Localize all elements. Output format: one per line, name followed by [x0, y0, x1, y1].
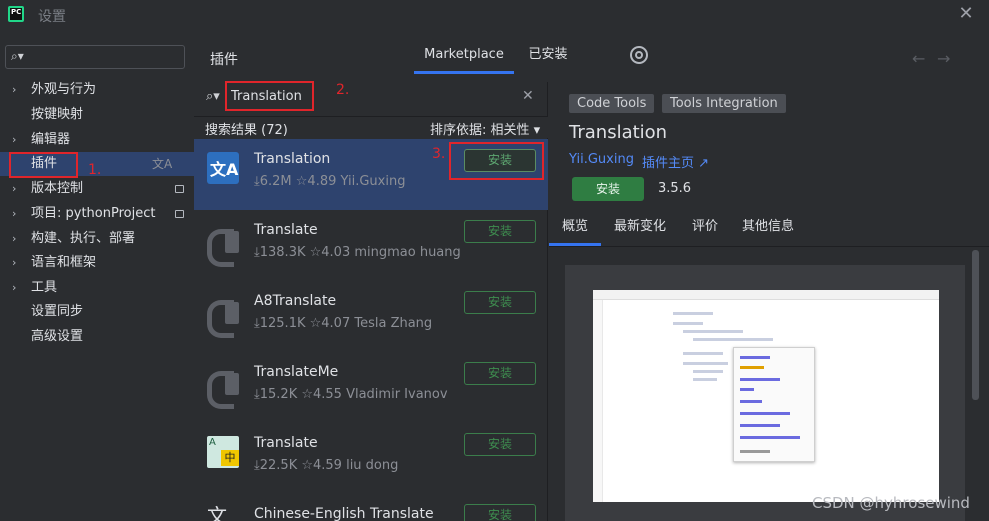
sidebar-item-label: 按键映射	[31, 107, 84, 122]
page-title: 插件	[210, 52, 238, 68]
version-label: 3.5.6	[658, 181, 692, 196]
plugin-list-item[interactable]: A8Translate ⤓125.1K ☆4.07 Tesla Zhang 安装	[194, 281, 548, 352]
plugin-name: A8Translate	[254, 293, 337, 309]
tag-tools-integration[interactable]: Tools Integration	[662, 94, 786, 113]
plugin-meta: ⤓138.3K ☆4.03 mingmao huang	[254, 245, 461, 260]
sidebar-item-label: 外观与行为	[31, 82, 97, 97]
sidebar-item-project[interactable]: › 项目: pythonProject	[0, 202, 194, 226]
sort-dropdown[interactable]: 排序依据: 相关性 ▾	[430, 119, 540, 138]
sidebar-item-editor[interactable]: › 编辑器	[0, 128, 194, 152]
sidebar-item-label: 版本控制	[31, 181, 84, 196]
plugin-meta: ⤓125.1K ☆4.07 Tesla Zhang	[254, 316, 433, 331]
wen-icon: 文	[207, 504, 227, 521]
project-scope-icon	[175, 210, 184, 218]
tab-installed[interactable]: 已安装	[520, 40, 576, 74]
plugin-name: Chinese-English Translate	[254, 506, 434, 521]
tab-reviews[interactable]: 评价	[688, 212, 722, 246]
watermark: CSDN @hyhrosewind	[812, 494, 970, 512]
sidebar-item-languages[interactable]: › 语言和框架	[0, 251, 194, 275]
sidebar-item-build[interactable]: › 构建、执行、部署	[0, 227, 194, 251]
back-arrow-icon[interactable]: ←	[912, 49, 925, 68]
annotation-box-search	[225, 81, 314, 111]
sidebar-item-label: 构建、执行、部署	[31, 231, 136, 246]
scrollbar[interactable]	[972, 250, 979, 400]
plugin-name: Translate	[254, 435, 318, 451]
sidebar-item-label: 高级设置	[31, 329, 84, 344]
sidebar-item-vcs[interactable]: › 版本控制	[0, 177, 194, 201]
chevron-right-icon: ›	[12, 256, 17, 269]
chevron-right-icon: ›	[12, 207, 17, 220]
sidebar-item-appearance[interactable]: › 外观与行为	[0, 78, 194, 102]
plugin-name: Translation	[254, 151, 331, 167]
plugin-meta: ⤓15.2K ☆4.55 Vladimir Ivanov	[254, 387, 448, 402]
plugin-name: TranslateMe	[254, 364, 339, 380]
annotation-label-1: 1.	[88, 162, 102, 178]
plugin-meta: ⤓22.5K ☆4.59 liu dong	[254, 458, 399, 473]
plugin-list-item[interactable]: A中 Translate ⤓22.5K ☆4.59 liu dong 安装	[194, 423, 548, 494]
clear-search-icon[interactable]: ✕	[522, 88, 534, 104]
annotation-label-2: 2.	[336, 82, 350, 98]
chevron-right-icon: ›	[12, 232, 17, 245]
search-icon: ⌕▾	[206, 89, 220, 104]
install-button[interactable]: 安装	[572, 177, 644, 201]
translate-icon: 文A	[207, 152, 239, 184]
author-link[interactable]: Yii.Guxing	[569, 152, 634, 167]
window-title: 设置	[38, 9, 66, 25]
translate-icon: 文A	[152, 157, 173, 171]
plugin-list-item[interactable]: Translate ⤓138.3K ☆4.03 mingmao huang 安装	[194, 210, 548, 281]
tab-whats-new[interactable]: 最新变化	[610, 212, 670, 246]
sidebar-item-label: 设置同步	[31, 304, 84, 319]
sidebar-item-label: 编辑器	[31, 132, 71, 147]
annotation-box-install	[449, 142, 544, 180]
tab-marketplace[interactable]: Marketplace	[414, 40, 514, 74]
sidebar-item-keymap[interactable]: 按键映射	[0, 103, 194, 127]
tab-additional-info[interactable]: 其他信息	[740, 212, 796, 246]
forward-arrow-icon[interactable]: →	[937, 49, 950, 68]
chevron-right-icon: ›	[12, 281, 17, 294]
chevron-right-icon: ›	[12, 133, 17, 146]
install-button[interactable]: 安装	[464, 433, 536, 456]
tab-overview[interactable]: 概览	[549, 212, 601, 246]
install-button[interactable]: 安装	[464, 362, 536, 385]
sidebar-item-label: 语言和框架	[31, 255, 97, 270]
install-button[interactable]: 安装	[464, 220, 536, 243]
sidebar-item-settings-sync[interactable]: 设置同步	[0, 300, 194, 324]
install-button[interactable]: 安装	[464, 504, 536, 521]
homepage-link[interactable]: 插件主页 ↗	[642, 152, 709, 171]
sidebar-item-label: 项目: pythonProject	[31, 206, 156, 221]
install-button[interactable]: 安装	[464, 291, 536, 314]
sidebar-search-input[interactable]: ⌕▾	[5, 45, 185, 69]
translate-icon: A中	[207, 436, 239, 468]
plugin-title: Translation	[569, 122, 668, 143]
sidebar-item-tools[interactable]: › 工具	[0, 276, 194, 300]
annotation-box-plugins	[9, 152, 78, 178]
chevron-right-icon: ›	[12, 83, 17, 96]
chevron-right-icon: ›	[12, 182, 17, 195]
plugin-meta: ⤓6.2M ☆4.89 Yii.Guxing	[254, 174, 406, 189]
search-icon: ⌕▾	[11, 49, 24, 63]
results-count: 搜索结果 (72)	[205, 123, 288, 138]
plugin-name: Translate	[254, 222, 318, 238]
title-bar	[0, 0, 989, 30]
sidebar-item-advanced[interactable]: 高级设置	[0, 325, 194, 349]
plugin-list-item[interactable]: TranslateMe ⤓15.2K ☆4.55 Vladimir Ivanov…	[194, 352, 548, 423]
sidebar-item-label: 工具	[31, 280, 58, 295]
pycharm-logo-icon: PC	[8, 6, 24, 22]
plugin-plug-icon	[207, 223, 239, 267]
plugin-screenshot	[593, 290, 939, 502]
gear-icon[interactable]	[630, 46, 648, 64]
plugin-list-item[interactable]: 文 Chinese-English Translate 安装	[194, 494, 548, 521]
tag-code-tools[interactable]: Code Tools	[569, 94, 655, 113]
annotation-label-3: 3.	[432, 146, 446, 162]
divider	[549, 246, 989, 247]
plugin-plug-icon	[207, 365, 239, 409]
close-window-button[interactable]: ✕	[957, 5, 975, 23]
project-scope-icon	[175, 185, 184, 193]
plugin-plug-icon	[207, 294, 239, 338]
